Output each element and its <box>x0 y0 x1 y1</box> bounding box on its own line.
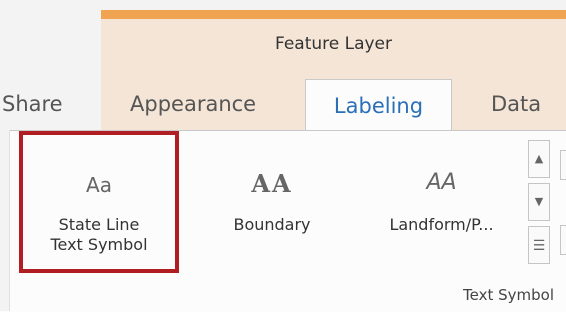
next-group-control[interactable] <box>560 150 566 180</box>
gallery-item-label: Landform/P... <box>389 215 494 234</box>
tab-labeling[interactable]: Labeling <box>305 79 452 131</box>
gallery-item-boundary[interactable]: AA Boundary <box>197 135 347 275</box>
contextual-tab-accent <box>101 10 566 19</box>
tab-appearance[interactable]: Appearance <box>130 92 256 116</box>
ribbon-group-label: Text Symbol <box>463 286 554 304</box>
contextual-tab-group-title: Feature Layer <box>274 34 393 54</box>
triangle-down-icon: ▼ <box>534 195 544 208</box>
expand-gallery-icon: ☰ <box>532 238 546 254</box>
scroll-down-button[interactable]: ▼ <box>528 183 550 221</box>
symbol-preview: AA <box>426 170 457 195</box>
ribbon-left-edge <box>0 130 10 311</box>
gallery-scroll-controls: ▲ ▼ ☰ <box>528 140 550 265</box>
symbol-preview: AA <box>251 169 293 198</box>
selected-item-highlight <box>19 131 179 273</box>
gallery-item-landform[interactable]: AA Landform/P... <box>364 135 519 275</box>
next-group-control[interactable] <box>560 225 566 255</box>
gallery-item-label: Boundary <box>233 215 311 234</box>
expand-gallery-button[interactable]: ☰ <box>528 226 550 264</box>
triangle-up-icon: ▲ <box>534 152 544 165</box>
tab-share[interactable]: Share <box>2 92 63 116</box>
tab-data[interactable]: Data <box>491 92 541 116</box>
scroll-up-button[interactable]: ▲ <box>528 140 550 178</box>
